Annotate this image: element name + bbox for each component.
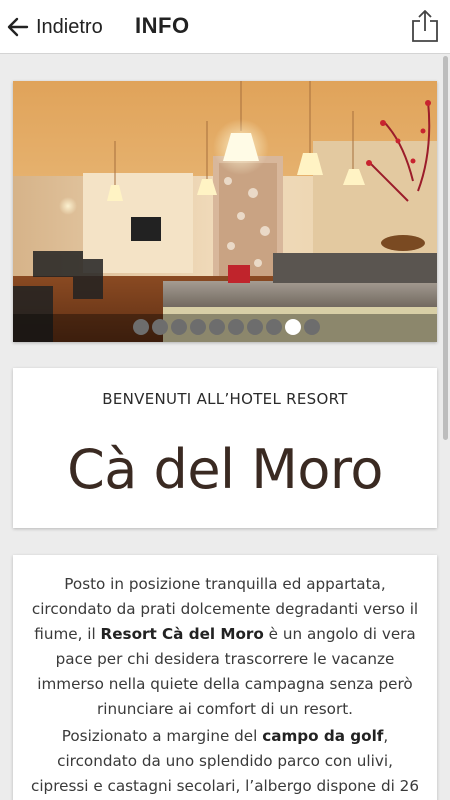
hotel-lobby-photo <box>13 81 437 342</box>
description-text: Posizionato a margine del <box>61 727 263 745</box>
gallery-dot[interactable] <box>228 319 244 335</box>
description-card: Posto in posizione tranquilla ed apparta… <box>13 555 437 800</box>
description-highlight: Resort Cà del Moro <box>100 625 264 643</box>
back-button[interactable]: Indietro <box>6 11 103 43</box>
gallery-dot[interactable] <box>209 319 225 335</box>
scrollbar[interactable] <box>443 56 448 440</box>
arrow-left-icon <box>7 17 29 37</box>
gallery-pagination <box>13 316 437 338</box>
photo-gallery[interactable] <box>13 81 437 342</box>
gallery-dot[interactable] <box>152 319 168 335</box>
description-highlight: campo da golf <box>262 727 384 745</box>
page-title: INFO <box>135 13 190 38</box>
gallery-dot[interactable] <box>133 319 149 335</box>
description-paragraph-2: Posizionato a margine del campo da golf,… <box>27 724 423 799</box>
welcome-subtitle: BENVENUTI ALL’HOTEL RESORT <box>102 390 348 408</box>
share-button[interactable] <box>411 9 439 43</box>
back-label: Indietro <box>36 15 103 38</box>
gallery-dot[interactable] <box>171 319 187 335</box>
gallery-dot-active[interactable] <box>285 319 301 335</box>
gallery-dot[interactable] <box>247 319 263 335</box>
gallery-dot[interactable] <box>266 319 282 335</box>
gallery-dot[interactable] <box>304 319 320 335</box>
welcome-card: BENVENUTI ALL’HOTEL RESORT Cà del Moro <box>13 368 437 528</box>
share-icon <box>412 10 438 42</box>
description-paragraph-1: Posto in posizione tranquilla ed apparta… <box>27 572 423 722</box>
gallery-dot[interactable] <box>190 319 206 335</box>
hotel-name: Cà del Moro <box>67 438 383 501</box>
top-bar: Indietro INFO <box>0 0 450 54</box>
